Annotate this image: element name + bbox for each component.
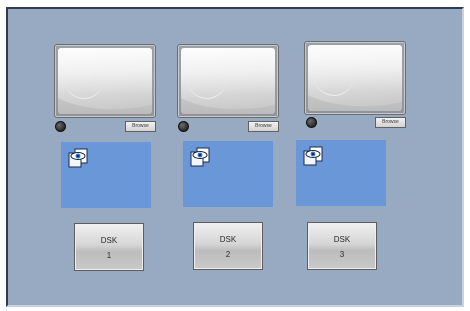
browse-button-2[interactable]: Browse (248, 121, 279, 132)
drop-panel-1[interactable] (61, 142, 151, 208)
browse-button-3[interactable]: Browse (375, 117, 406, 128)
dsk-button-1[interactable]: DSK 1 (74, 223, 144, 271)
dsk-button-2[interactable]: DSK 2 (193, 222, 263, 270)
status-dot-icon (306, 117, 317, 128)
preview-monitor-1 (54, 44, 156, 118)
drop-panel-3[interactable] (296, 140, 386, 206)
browse-button-1[interactable]: Browse (125, 121, 156, 132)
drop-panel-2[interactable] (183, 141, 273, 207)
eye-document-icon (190, 147, 210, 167)
status-dot-icon (178, 121, 189, 132)
status-dot-icon (55, 121, 66, 132)
eye-document-icon (68, 148, 88, 168)
eye-document-icon (303, 146, 323, 166)
dsk-label: DSK (333, 235, 351, 244)
preview-monitor-2 (177, 44, 279, 118)
dsk-number: 2 (225, 250, 231, 259)
dsk-number: 1 (106, 251, 112, 260)
dsk-label: DSK (100, 236, 118, 245)
preview-monitor-3 (304, 41, 406, 115)
dsk-label: DSK (219, 235, 237, 244)
dsk-number: 3 (339, 250, 345, 259)
dsk-button-3[interactable]: DSK 3 (307, 222, 377, 270)
